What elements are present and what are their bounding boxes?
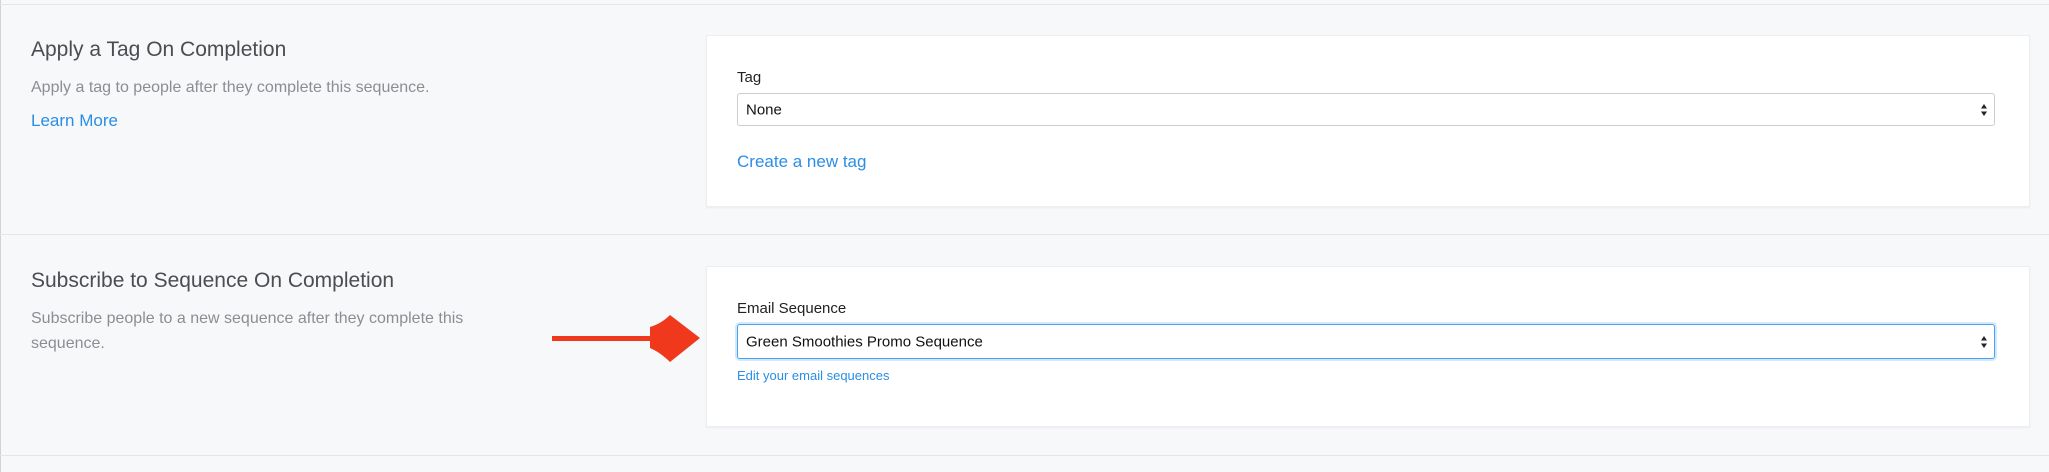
annotation-arrow-icon bbox=[552, 315, 700, 362]
sequence-section-title: Subscribe to Sequence On Completion bbox=[31, 269, 395, 292]
left-edge-border bbox=[0, 0, 1, 472]
tag-field-label: Tag bbox=[737, 69, 762, 86]
email-sequence-select-value: Green Smoothies Promo Sequence bbox=[746, 333, 983, 350]
tag-select[interactable]: None bbox=[737, 93, 1995, 126]
sequence-card: Email Sequence Green Smoothies Promo Seq… bbox=[706, 266, 2030, 427]
email-sequence-field-label: Email Sequence bbox=[737, 300, 847, 317]
email-sequence-select[interactable]: Green Smoothies Promo Sequence bbox=[737, 324, 1995, 359]
bottom-divider bbox=[0, 455, 2049, 456]
learn-more-link[interactable]: Learn More bbox=[31, 111, 118, 131]
sequence-section-description-line2: sequence. bbox=[31, 335, 105, 352]
tag-card: Tag None Create a new tag bbox=[706, 35, 2030, 207]
create-new-tag-link[interactable]: Create a new tag bbox=[737, 152, 866, 172]
tag-select-value: None bbox=[746, 101, 782, 118]
sequence-section-description-line1: Subscribe people to a new sequence after… bbox=[31, 310, 464, 327]
middle-divider bbox=[0, 234, 2049, 235]
select-caret-icon bbox=[1981, 103, 1987, 116]
select-caret-icon bbox=[1981, 335, 1987, 348]
edit-email-sequences-link[interactable]: Edit your email sequences bbox=[737, 368, 889, 383]
tag-section-title: Apply a Tag On Completion bbox=[31, 38, 287, 61]
tag-section-description: Apply a tag to people after they complet… bbox=[31, 79, 430, 96]
top-divider bbox=[0, 4, 2049, 5]
